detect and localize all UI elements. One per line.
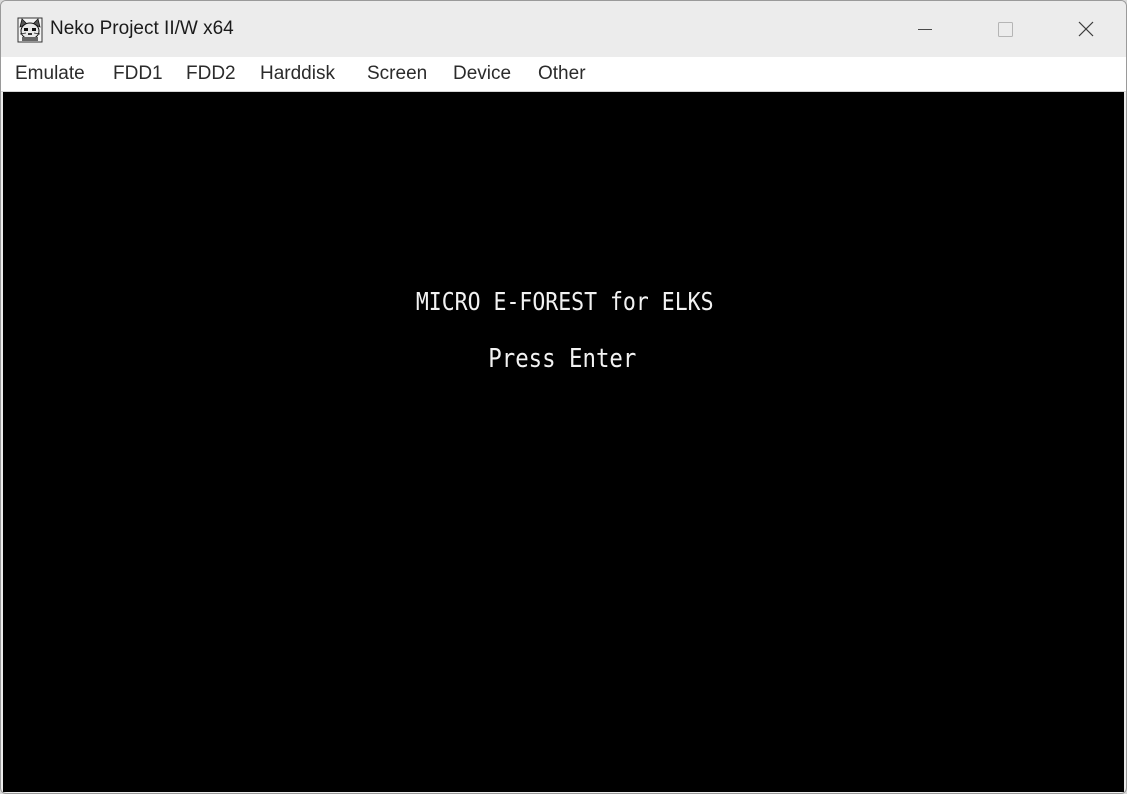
menu-bar: Emulate FDD1 FDD2 Harddisk Screen Device… xyxy=(1,57,1126,92)
menu-fdd1[interactable]: FDD1 xyxy=(113,63,163,85)
close-icon xyxy=(1078,21,1094,37)
menu-emulate[interactable]: Emulate xyxy=(15,63,85,85)
menu-fdd2[interactable]: FDD2 xyxy=(186,63,236,85)
menu-harddisk[interactable]: Harddisk xyxy=(260,63,335,85)
window-title: Neko Project II/W x64 xyxy=(50,18,234,39)
maximize-button[interactable] xyxy=(965,1,1045,57)
title-bar[interactable]: Neko Project II/W x64 xyxy=(1,1,1126,57)
close-button[interactable] xyxy=(1046,1,1126,57)
screen-prompt-text: Press Enter xyxy=(488,344,637,374)
maximize-icon xyxy=(998,22,1013,37)
minimize-button[interactable] xyxy=(885,1,965,57)
menu-other[interactable]: Other xyxy=(538,63,586,85)
minimize-icon xyxy=(918,29,932,30)
screen-title-text: MICRO E-FOREST for ELKS xyxy=(415,287,714,316)
neko-cat-icon[interactable] xyxy=(17,17,43,43)
menu-screen[interactable]: Screen xyxy=(367,63,427,85)
app-window: Neko Project II/W x64 Emulate FDD1 FDD2 … xyxy=(0,0,1127,794)
emulator-screen[interactable]: MICRO E-FOREST for ELKS Press Enter xyxy=(3,92,1124,792)
menu-device[interactable]: Device xyxy=(453,63,511,85)
